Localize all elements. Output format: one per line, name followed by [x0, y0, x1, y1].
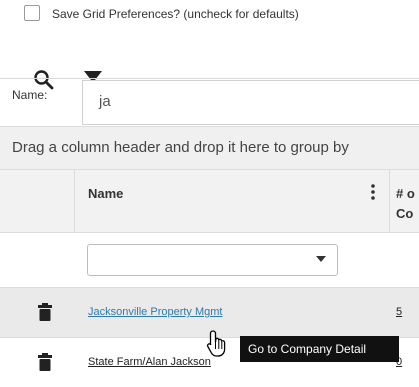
grid-header — [0, 170, 419, 233]
hand-cursor-icon — [206, 330, 226, 357]
column-header-count-line2: Co — [396, 206, 414, 221]
tooltip: Go to Company Detail — [240, 336, 399, 362]
group-panel-text: Drag a column header and drop it here to… — [12, 139, 349, 156]
save-preferences-label[interactable]: Save Grid Preferences? (uncheck for defa… — [52, 7, 299, 21]
company-link[interactable]: Jacksonville Property Mgmt — [88, 306, 223, 318]
name-filter-value: ja — [99, 93, 111, 110]
name-filter-input[interactable]: ja — [82, 80, 419, 125]
chevron-down-icon[interactable] — [316, 256, 326, 262]
column-menu-icon[interactable] — [370, 182, 376, 202]
company-link[interactable]: State Farm/Alan Jackson — [88, 356, 211, 368]
group-drop-panel[interactable]: Drag a column header and drop it here to… — [0, 126, 419, 170]
toolbar — [0, 30, 419, 93]
count-link[interactable]: 5 — [396, 306, 402, 318]
trash-icon[interactable] — [38, 353, 52, 371]
trash-icon[interactable] — [38, 303, 52, 321]
name-filter-label: Name: — [12, 88, 48, 102]
save-preferences-checkbox[interactable] — [24, 5, 40, 21]
divider — [0, 78, 419, 79]
column-header-name[interactable]: Name — [88, 186, 123, 201]
column-header-count[interactable]: # o — [396, 186, 415, 201]
preferences-row: Save Grid Preferences? (uncheck for defa… — [0, 0, 419, 30]
name-column-filter-select[interactable] — [87, 244, 338, 276]
